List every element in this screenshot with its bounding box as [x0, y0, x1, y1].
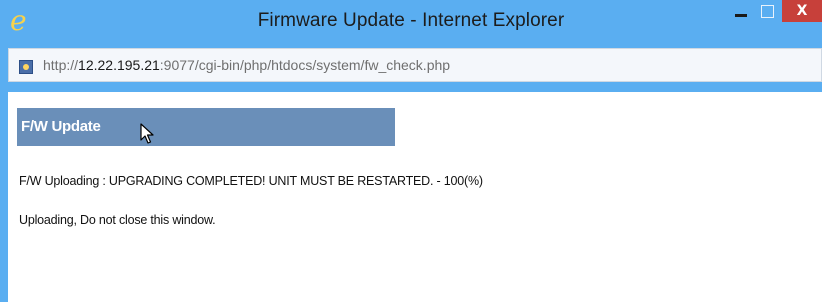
address-bar: http://12.22.195.21:9077/cgi-bin/php/htd…: [0, 42, 822, 92]
panel-header: F/W Update: [17, 108, 395, 146]
upload-status-text: F/W Uploading : UPGRADING COMPLETED! UNI…: [19, 174, 483, 188]
url-host: 12.22.195.21: [78, 57, 160, 73]
url-text[interactable]: http://12.22.195.21:9077/cgi-bin/php/htd…: [43, 49, 450, 81]
window-title: Firmware Update - Internet Explorer: [257, 10, 565, 31]
page-content: F/W Update F/W Uploading : UPGRADING COM…: [0, 92, 822, 302]
mouse-cursor-icon: [140, 123, 154, 144]
page-icon: [19, 60, 33, 74]
maximize-button[interactable]: [757, 0, 779, 22]
upload-notice-text: Uploading, Do not close this window.: [19, 213, 216, 227]
close-icon: X: [796, 3, 808, 19]
address-field[interactable]: http://12.22.195.21:9077/cgi-bin/php/htd…: [8, 48, 822, 82]
maximize-icon: [761, 5, 774, 18]
minimize-button[interactable]: [731, 0, 753, 22]
title-bar: e Firmware Update - Internet Explorer X: [0, 0, 822, 42]
panel-title: F/W Update: [21, 118, 101, 135]
url-path: :9077/cgi-bin/php/htdocs/system/fw_check…: [159, 57, 451, 73]
url-scheme: http://: [43, 57, 79, 73]
window-left-border: [0, 92, 8, 302]
close-button[interactable]: X: [782, 0, 822, 22]
minimize-icon: [735, 14, 747, 17]
